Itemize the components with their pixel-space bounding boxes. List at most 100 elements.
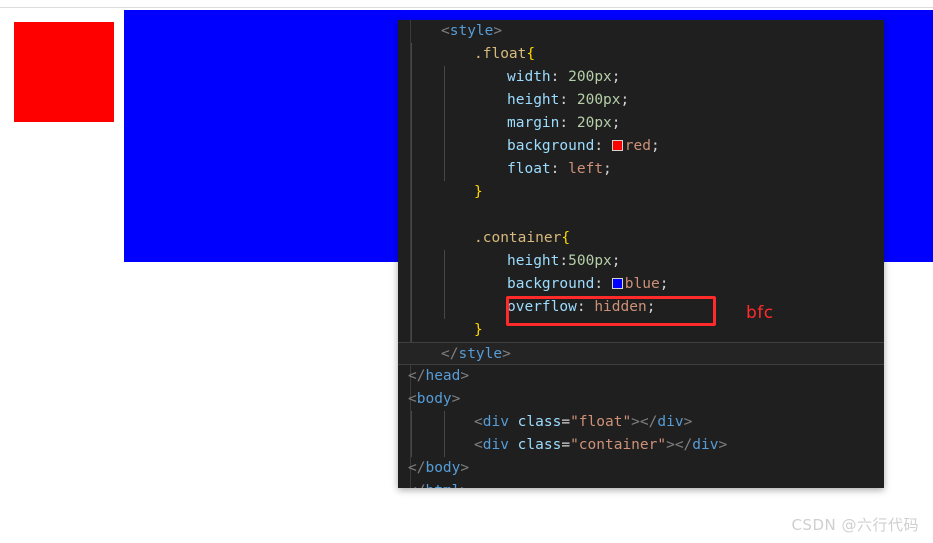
code-line[interactable]: height: 200px; — [398, 89, 884, 112]
code-line-text: <body> — [408, 391, 460, 407]
code-token: </ — [408, 483, 425, 488]
indent-guide — [444, 273, 445, 296]
code-token: body — [416, 391, 452, 407]
indent-guide — [444, 296, 445, 319]
code-token: </ — [441, 346, 459, 362]
code-editor-panel[interactable]: <style> .float{width: 200px; height: 200px… — [398, 20, 884, 488]
code-line[interactable]: background: red; — [398, 135, 884, 158]
indent-guide — [444, 66, 445, 89]
code-line-text: .container{ — [408, 230, 570, 246]
code-token: { — [561, 230, 571, 246]
code-line-text: width: 200px; — [408, 69, 621, 85]
code-line-text: } — [408, 322, 483, 338]
code-line[interactable]: <style> — [398, 20, 884, 43]
code-token: ; — [659, 276, 669, 292]
code-token: < — [474, 414, 483, 430]
code-token: background — [507, 276, 595, 292]
code-token: = — [561, 414, 571, 430]
code-token: 200px — [576, 92, 621, 108]
code-token: "float" — [570, 414, 632, 430]
indent-guide — [411, 181, 412, 204]
code-line[interactable]: } — [398, 319, 884, 342]
code-token: </ — [408, 460, 426, 476]
code-line-text: } — [408, 184, 483, 200]
code-line-text: <style> — [408, 23, 502, 39]
code-token: : — [594, 276, 612, 292]
code-token: div — [482, 437, 509, 453]
code-line[interactable]: <div class="float"></div> — [398, 411, 884, 434]
code-line[interactable]: width: 200px; — [398, 66, 884, 89]
code-line[interactable]: height:500px; — [398, 250, 884, 273]
code-line[interactable]: overflow: hidden; — [398, 296, 884, 319]
code-token: ></ — [666, 437, 693, 453]
code-line[interactable]: </head> — [398, 365, 884, 388]
code-line-text: <div class="container"></div> — [408, 437, 727, 453]
indent-guide — [411, 112, 412, 135]
code-token: : — [559, 253, 569, 269]
code-token: 200px — [568, 69, 612, 85]
indent-guide — [411, 296, 412, 319]
code-token: } — [474, 322, 483, 338]
code-token: body — [425, 460, 461, 476]
page-top-divider — [0, 7, 933, 8]
code-token: < — [474, 437, 483, 453]
indent-guide — [411, 319, 412, 342]
indent-guide — [444, 89, 445, 112]
code-token: ; — [650, 138, 660, 154]
indent-guide — [411, 135, 412, 158]
indent-guide — [411, 273, 412, 296]
color-swatch-icon — [611, 278, 623, 289]
indent-guide — [411, 204, 412, 227]
code-token: "container" — [570, 437, 667, 453]
screenshot-root: <style> .float{width: 200px; height: 200px… — [0, 0, 933, 543]
code-line[interactable]: </style> — [398, 342, 884, 365]
code-line[interactable]: } — [398, 181, 884, 204]
code-token: class — [517, 437, 562, 453]
code-token: div — [692, 437, 719, 453]
indent-guide — [411, 89, 412, 112]
code-lines-container[interactable]: <style> .float{width: 200px; height: 200px… — [398, 20, 884, 488]
code-line[interactable]: margin: 20px; — [398, 112, 884, 135]
code-line-text: background: red; — [408, 138, 660, 154]
code-token: red — [624, 138, 651, 154]
code-token: width — [507, 69, 551, 85]
code-line[interactable]: .float{ — [398, 43, 884, 66]
indent-guide — [411, 250, 412, 273]
code-token: : — [559, 92, 577, 108]
code-token: class — [517, 414, 562, 430]
code-token: ></ — [631, 414, 658, 430]
code-token: > — [683, 414, 693, 430]
code-token: > — [451, 391, 461, 407]
code-line[interactable]: float: left; — [398, 158, 884, 181]
code-line[interactable]: <div class="container"></div> — [398, 434, 884, 457]
code-line-text: </head> — [408, 368, 469, 384]
code-token: 500px — [568, 253, 612, 269]
indent-guide — [411, 434, 412, 457]
code-line[interactable]: .container{ — [398, 227, 884, 250]
code-token: .float — [474, 46, 527, 62]
code-token: : — [550, 161, 569, 177]
indent-guide — [444, 158, 445, 181]
code-line[interactable]: </body> — [398, 457, 884, 480]
code-token: > — [493, 23, 503, 39]
code-token: : — [550, 69, 569, 85]
code-line-text: height: 200px; — [408, 92, 629, 108]
code-token: > — [718, 437, 728, 453]
code-line[interactable]: </html> — [398, 480, 884, 488]
code-token: overflow — [507, 299, 577, 315]
indent-guide — [444, 434, 445, 457]
code-token: hidden — [594, 299, 647, 315]
code-token: blue — [624, 276, 660, 292]
code-token: height — [507, 253, 560, 269]
code-token: > — [460, 460, 470, 476]
code-line[interactable] — [398, 204, 884, 227]
code-line[interactable]: background: blue; — [398, 273, 884, 296]
code-token: < — [441, 23, 450, 39]
code-token: > — [502, 346, 511, 362]
code-line[interactable]: <body> — [398, 388, 884, 411]
code-token: style — [458, 346, 503, 362]
code-token: left — [568, 161, 604, 177]
code-line-text: background: blue; — [408, 276, 668, 292]
code-line-text: height:500px; — [408, 253, 621, 269]
code-line-text: float: left; — [408, 161, 612, 177]
